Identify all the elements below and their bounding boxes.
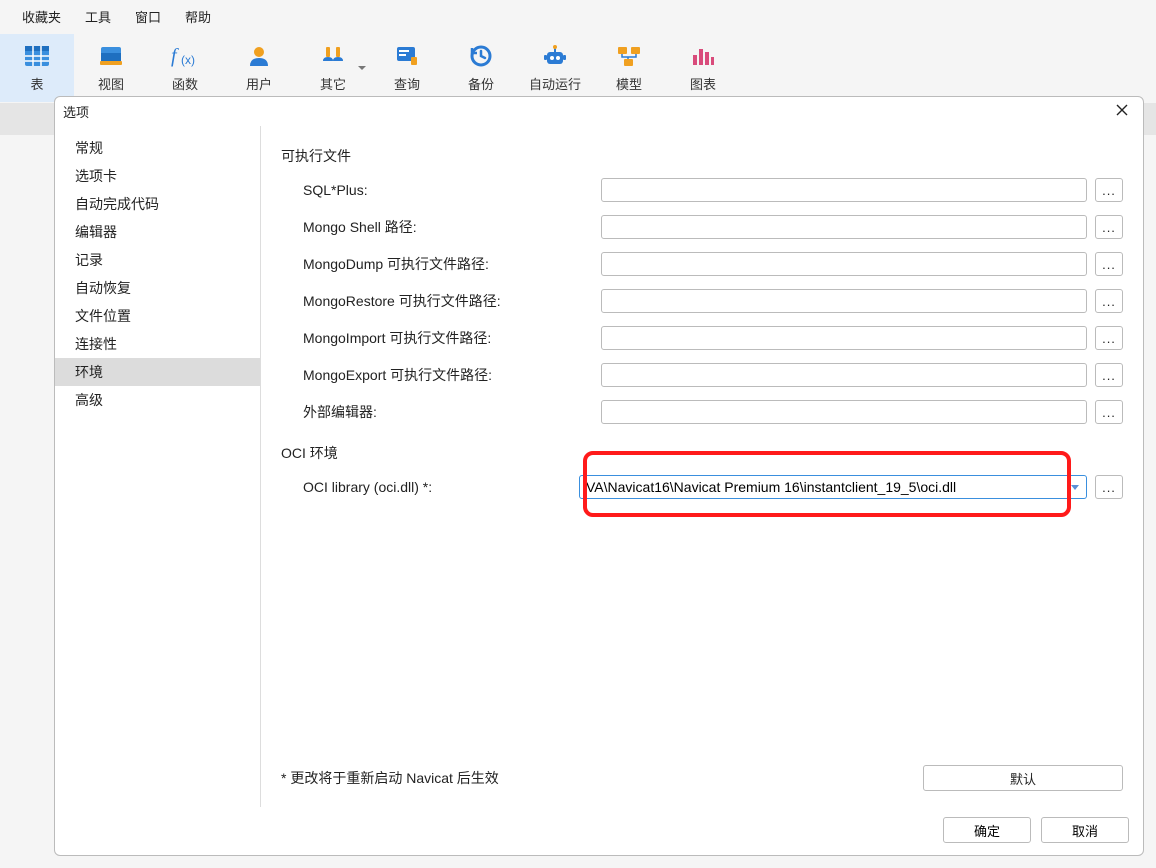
sidebar-item-autocomplete[interactable]: 自动完成代码	[55, 190, 260, 218]
oci-combo-wrap	[579, 475, 1087, 499]
toolbar-label: 用户	[246, 74, 272, 93]
default-button[interactable]: 默认	[923, 765, 1123, 791]
restart-note: * 更改将于重新启动 Navicat 后生效	[281, 768, 499, 788]
sidebar-item-tabs[interactable]: 选项卡	[55, 162, 260, 190]
field-label: MongoExport 可执行文件路径:	[281, 365, 601, 385]
toolbar-other-button[interactable]: 其它	[296, 34, 370, 102]
field-label: 外部编辑器:	[281, 402, 601, 422]
dialog-body: 常规 选项卡 自动完成代码 编辑器 记录 自动恢复 文件位置 连接性 环境 高级…	[55, 126, 1143, 807]
section-executables-title: 可执行文件	[281, 146, 1123, 166]
external-editor-input[interactable]	[601, 400, 1087, 424]
browse-button[interactable]: ...	[1095, 178, 1123, 202]
toolbar-label: 函数	[172, 74, 198, 93]
browse-button[interactable]: ...	[1095, 326, 1123, 350]
oci-library-input[interactable]	[579, 475, 1087, 499]
sidebar-item-environment[interactable]: 环境	[55, 358, 260, 386]
browse-button[interactable]: ...	[1095, 400, 1123, 424]
menu-favorites[interactable]: 收藏夹	[10, 4, 73, 29]
field-row-mongorestore: MongoRestore 可执行文件路径: ...	[281, 289, 1123, 313]
backup-icon	[467, 44, 495, 68]
toolbar: 表 视图 f(x) 函数 用户 其它 查询	[0, 33, 1156, 103]
user-icon	[245, 44, 273, 68]
ok-button[interactable]: 确定	[943, 817, 1031, 843]
field-label: SQL*Plus:	[281, 182, 601, 198]
section-oci-title: OCI 环境	[281, 443, 1123, 463]
toolbar-autorun-button[interactable]: 自动运行	[518, 34, 592, 102]
mongoexport-input[interactable]	[601, 363, 1087, 387]
field-row-mongoexport: MongoExport 可执行文件路径: ...	[281, 363, 1123, 387]
toolbar-backup-button[interactable]: 备份	[444, 34, 518, 102]
toolbar-label: 查询	[394, 74, 420, 93]
mongorestore-input[interactable]	[601, 289, 1087, 313]
fx-icon: f(x)	[171, 44, 199, 68]
sidebar-item-filelocation[interactable]: 文件位置	[55, 302, 260, 330]
sqlplus-input[interactable]	[601, 178, 1087, 202]
sidebar-item-general[interactable]: 常规	[55, 134, 260, 162]
chart-icon	[689, 44, 717, 68]
browse-button[interactable]: ...	[1095, 215, 1123, 239]
sidebar-item-records[interactable]: 记录	[55, 246, 260, 274]
content-footer: * 更改将于重新启动 Navicat 后生效 默认	[281, 765, 1123, 799]
close-button[interactable]	[1109, 101, 1135, 122]
robot-icon	[541, 44, 569, 68]
browse-button[interactable]: ...	[1095, 252, 1123, 276]
field-label: MongoDump 可执行文件路径:	[281, 254, 601, 274]
query-icon	[393, 44, 421, 68]
sidebar-item-editor[interactable]: 编辑器	[55, 218, 260, 246]
field-label: MongoImport 可执行文件路径:	[281, 328, 601, 348]
field-label: MongoRestore 可执行文件路径:	[281, 291, 601, 311]
toolbar-view-button[interactable]: 视图	[74, 34, 148, 102]
close-icon	[1115, 103, 1129, 117]
table-icon	[23, 44, 51, 68]
dialog-footer: 确定 取消	[55, 807, 1143, 855]
mongoimport-input[interactable]	[601, 326, 1087, 350]
toolbar-table-button[interactable]: 表	[0, 34, 74, 102]
model-icon	[615, 44, 643, 68]
sidebar-item-advanced[interactable]: 高级	[55, 386, 260, 414]
toolbar-label: 备份	[468, 74, 494, 93]
svg-text:(x): (x)	[181, 53, 195, 67]
field-row-oci-library: OCI library (oci.dll) *: ...	[281, 475, 1123, 499]
browse-button[interactable]: ...	[1095, 289, 1123, 313]
options-dialog: 选项 常规 选项卡 自动完成代码 编辑器 记录 自动恢复 文件位置 连接性 环境…	[54, 96, 1144, 856]
field-label: OCI library (oci.dll) *:	[281, 479, 579, 495]
field-row-mongoshell: Mongo Shell 路径: ...	[281, 215, 1123, 239]
dialog-titlebar: 选项	[55, 97, 1143, 126]
options-sidebar: 常规 选项卡 自动完成代码 编辑器 记录 自动恢复 文件位置 连接性 环境 高级	[55, 126, 261, 807]
menubar: 收藏夹 工具 窗口 帮助	[0, 0, 1156, 33]
toolbar-model-button[interactable]: 模型	[592, 34, 666, 102]
field-row-sqlplus: SQL*Plus: ...	[281, 178, 1123, 202]
mongodump-input[interactable]	[601, 252, 1087, 276]
browse-button[interactable]: ...	[1095, 475, 1123, 499]
options-content: 可执行文件 SQL*Plus: ... Mongo Shell 路径: ... …	[261, 126, 1143, 807]
toolbar-query-button[interactable]: 查询	[370, 34, 444, 102]
toolbar-label: 模型	[616, 74, 642, 93]
toolbar-label: 其它	[320, 74, 346, 93]
cancel-button[interactable]: 取消	[1041, 817, 1129, 843]
mongoshell-input[interactable]	[601, 215, 1087, 239]
toolbar-user-button[interactable]: 用户	[222, 34, 296, 102]
toolbar-label: 表	[30, 74, 43, 93]
toolbar-function-button[interactable]: f(x) 函数	[148, 34, 222, 102]
svg-text:f: f	[171, 45, 179, 67]
dialog-title-text: 选项	[63, 102, 89, 121]
toolbar-label: 视图	[98, 74, 124, 93]
field-row-mongodump: MongoDump 可执行文件路径: ...	[281, 252, 1123, 276]
menu-tools[interactable]: 工具	[73, 4, 123, 29]
field-row-external-editor: 外部编辑器: ...	[281, 400, 1123, 424]
toolbar-label: 自动运行	[529, 74, 581, 93]
sidebar-item-autorecover[interactable]: 自动恢复	[55, 274, 260, 302]
sidebar-item-connectivity[interactable]: 连接性	[55, 330, 260, 358]
browse-button[interactable]: ...	[1095, 363, 1123, 387]
other-icon	[319, 44, 347, 68]
view-icon	[97, 44, 125, 68]
menu-window[interactable]: 窗口	[123, 4, 173, 29]
field-row-mongoimport: MongoImport 可执行文件路径: ...	[281, 326, 1123, 350]
toolbar-chart-button[interactable]: 图表	[666, 34, 740, 102]
field-label: Mongo Shell 路径:	[281, 217, 601, 237]
menu-help[interactable]: 帮助	[173, 4, 223, 29]
toolbar-label: 图表	[690, 74, 716, 93]
